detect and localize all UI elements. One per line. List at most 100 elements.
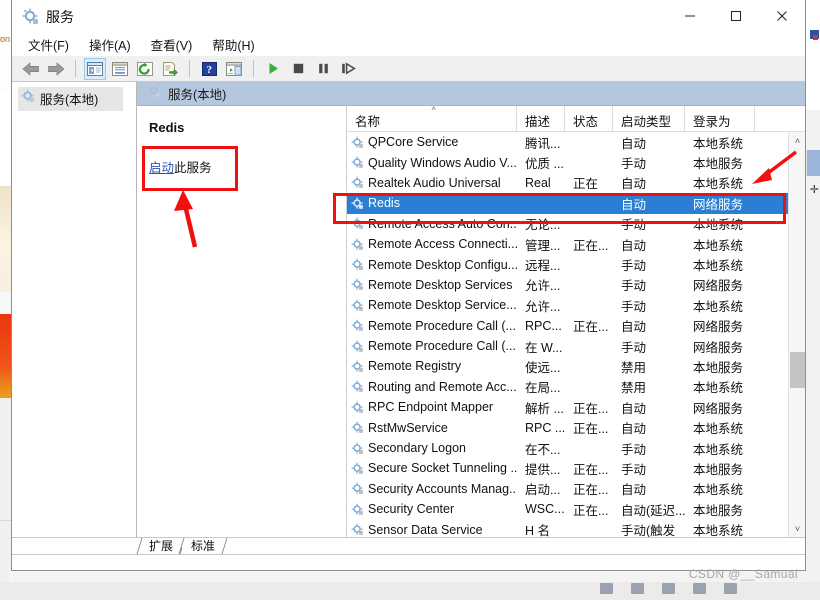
close-icon[interactable]	[759, 0, 805, 32]
cell-name: Security Center	[347, 502, 517, 516]
scrollbar-thumb[interactable]	[790, 352, 805, 388]
service-gear-icon	[351, 462, 364, 475]
table-row[interactable]: Remote Registry 使远... 禁用 本地服务	[347, 356, 788, 376]
list-header: 名称 ^ 描述 状态 启动类型 登录为	[347, 106, 805, 132]
background-left-text: on	[0, 34, 11, 44]
cell-status: 正在...	[573, 238, 609, 253]
scroll-down-arrow-icon[interactable]: ˅	[789, 520, 805, 537]
service-gear-icon	[351, 136, 364, 149]
start-service-link[interactable]: 启动	[149, 161, 174, 175]
table-row[interactable]: Remote Procedure Call (... RPC... 正在... 自动 网…	[347, 316, 788, 336]
menu-file[interactable]: 文件(F)	[20, 33, 77, 56]
pause-service-icon[interactable]	[312, 58, 334, 80]
cell-description: 无论...	[525, 218, 561, 233]
table-row[interactable]: Remote Access Auto Con... 无论... 手动 本地系统	[347, 214, 788, 234]
tab-extended[interactable]: 扩展	[136, 538, 186, 554]
cell-log-on-as: 本地系统	[693, 259, 744, 274]
service-gear-icon	[351, 238, 364, 251]
column-header-log-on-as[interactable]: 登录为	[685, 106, 755, 132]
menu-bar: 文件(F) 操作(A) 查看(V) 帮助(H)	[12, 32, 805, 56]
column-header-description[interactable]: 描述	[517, 106, 565, 132]
table-row[interactable]: Secondary Logon 在不... 手动 本地系统	[347, 438, 788, 458]
table-row[interactable]: Security Center WSC... 正在... 自动(延迟... 本地服务	[347, 499, 788, 519]
column-header-startup-type[interactable]: 启动类型	[613, 106, 685, 132]
service-name-label: Remote Procedure Call (...	[368, 339, 516, 354]
cell-name: Remote Desktop Configu...	[347, 258, 517, 272]
cell-log-on-as: 网络服务	[693, 197, 744, 212]
service-name-label: Remote Desktop Services	[368, 277, 513, 292]
move-cursor-icon: ✛	[809, 184, 819, 196]
background-right-grey	[806, 110, 820, 150]
table-row[interactable]: Secure Socket Tunneling ... 提供... 正在... 手动 本…	[347, 458, 788, 478]
table-row[interactable]: Quality Windows Audio V... 优质 ... 手动 本地服务	[347, 152, 788, 172]
cell-name: Remote Procedure Call (...	[347, 319, 517, 333]
export-list-icon[interactable]	[159, 58, 181, 80]
table-row[interactable]: Security Accounts Manag... 启动... 正在... 自动 本地…	[347, 479, 788, 499]
column-header-status[interactable]: 状态	[565, 106, 613, 132]
table-row[interactable]: Routing and Remote Acc... 在局... 禁用 本地系统	[347, 377, 788, 397]
window-controls	[667, 0, 805, 32]
cell-startup-type: 自动	[621, 238, 647, 253]
restart-service-icon[interactable]	[337, 58, 359, 80]
vertical-scrollbar[interactable]: ˄ ˅	[788, 132, 805, 537]
back-arrow-icon[interactable]	[20, 58, 42, 80]
cell-startup-type: 自动	[621, 401, 647, 416]
tab-standard[interactable]: 标准	[178, 538, 228, 554]
table-row[interactable]: Remote Desktop Services 允许... 手动 网络服务	[347, 275, 788, 295]
sidebar-item-services-local[interactable]: 服务(本地)	[18, 87, 123, 111]
cell-name: Remote Desktop Services	[347, 278, 517, 292]
table-row[interactable]: Redis 自动 网络服务	[347, 193, 788, 214]
service-name-label: Remote Access Auto Con...	[368, 216, 517, 231]
cell-log-on-as: 网络服务	[693, 320, 744, 335]
properties-icon[interactable]	[109, 58, 131, 80]
table-row[interactable]: Sensor Data Service H 名 手动(触发 本地系统	[347, 519, 788, 537]
service-detail-pane: Redis 启动此服务	[137, 106, 347, 537]
cell-startup-type: 手动	[621, 462, 647, 477]
table-row[interactable]: Remote Access Connecti... 管理... 正在... 自动 本地系…	[347, 234, 788, 254]
cell-startup-type: 禁用	[621, 381, 647, 396]
cell-startup-type: 手动(触发	[621, 524, 676, 537]
cell-log-on-as: 网络服务	[693, 340, 744, 355]
forward-arrow-icon[interactable]	[45, 58, 67, 80]
cell-startup-type: 自动	[621, 422, 647, 437]
service-name-label: Secondary Logon	[368, 441, 466, 456]
table-row[interactable]: Realtek Audio Universal Real 正在 自动 本地系统	[347, 173, 788, 193]
view-tabs: 扩展 标准	[12, 537, 805, 554]
scroll-up-arrow-icon[interactable]: ˄	[789, 132, 805, 149]
cell-name: Secure Socket Tunneling ...	[347, 461, 517, 475]
service-name-label: Remote Procedure Call (...	[368, 318, 516, 333]
help-icon[interactable]: ?	[198, 58, 220, 80]
stop-service-icon[interactable]	[287, 58, 309, 80]
menu-action[interactable]: 操作(A)	[81, 33, 139, 56]
background-taskbar-icons	[600, 582, 820, 600]
cell-log-on-as: 网络服务	[693, 279, 744, 294]
services-gear-icon	[147, 84, 161, 103]
table-row[interactable]: RPC Endpoint Mapper 解析 ... 正在... 自动 网络服务	[347, 397, 788, 417]
cell-status: 正在...	[573, 422, 609, 437]
svg-text:?: ?	[206, 64, 212, 76]
show-action-pane-icon[interactable]	[223, 58, 245, 80]
show-hide-console-tree-icon[interactable]	[84, 57, 106, 80]
table-row[interactable]: Remote Desktop Configu... 远程... 手动 本地系统	[347, 254, 788, 274]
cell-description: Real	[525, 175, 551, 190]
service-name-label: Secure Socket Tunneling ...	[368, 461, 517, 476]
service-gear-icon	[351, 360, 364, 373]
start-service-icon[interactable]	[262, 58, 284, 80]
table-row[interactable]: Remote Desktop Service... 允许... 手动 本地系统	[347, 295, 788, 315]
table-row[interactable]: QPCore Service 腾讯... 自动 本地系统	[347, 132, 788, 152]
cell-description: H 名	[525, 524, 551, 537]
maximize-icon[interactable]	[713, 0, 759, 32]
menu-help[interactable]: 帮助(H)	[204, 33, 262, 56]
refresh-icon[interactable]	[134, 58, 156, 80]
cell-description: RPC ...	[525, 420, 565, 435]
cell-name: Remote Procedure Call (...	[347, 339, 517, 353]
table-row[interactable]: Remote Procedure Call (... 在 W... 手动 网络服务	[347, 336, 788, 356]
cell-name: Routing and Remote Acc...	[347, 380, 517, 394]
minimize-icon[interactable]	[667, 0, 713, 32]
column-header-filler	[755, 106, 805, 132]
services-list: 名称 ^ 描述 状态 启动类型 登录为 QPCore Service 腾讯...…	[347, 106, 805, 537]
cell-description: 使远...	[525, 360, 561, 375]
menu-view[interactable]: 查看(V)	[143, 33, 201, 56]
table-row[interactable]: RstMwService RPC ... 正在... 自动 本地系统	[347, 417, 788, 437]
column-header-name[interactable]: 名称 ^	[347, 106, 517, 132]
